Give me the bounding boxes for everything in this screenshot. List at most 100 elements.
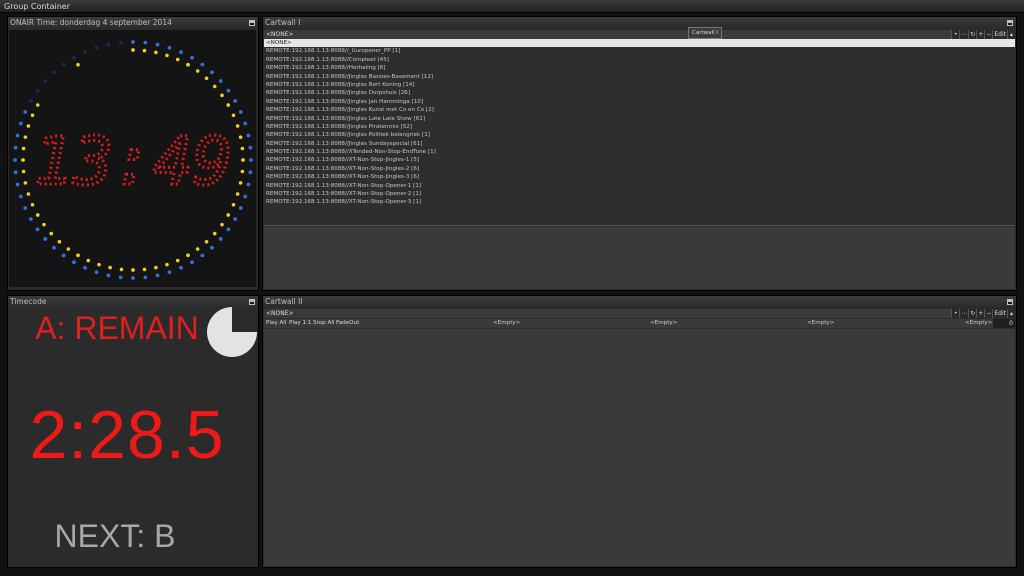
clock-seconds-dot xyxy=(83,50,87,55)
cartwall-2-toolbar: <NONE> • ⋯ ↻ + − Edit ▴ xyxy=(264,309,1015,318)
cartwall-tool-button[interactable]: ⋯ xyxy=(959,309,969,318)
cart-slot[interactable]: <Empty> xyxy=(965,319,992,328)
cartwall-2-title: Cartwall II xyxy=(263,296,1016,308)
clock-seconds-dot xyxy=(200,62,205,67)
list-item[interactable]: REMOTE:192.168.1.13:8088//XTended-Non-St… xyxy=(264,148,1015,156)
clock-elapsed-dot xyxy=(241,158,245,162)
cartwall-2-selector[interactable]: <NONE> xyxy=(266,310,294,317)
stop-all-button[interactable]: Stop All xyxy=(313,319,334,328)
clock-seconds-dot xyxy=(200,253,205,258)
list-item[interactable]: REMOTE:192.168.1.13:8088//Jingles Late L… xyxy=(264,115,1015,123)
clock-seconds-dot xyxy=(248,170,253,175)
clock-seconds-dot xyxy=(15,133,20,138)
clock-seconds-dot xyxy=(190,260,194,265)
clock-seconds-dot xyxy=(238,110,243,114)
clock-seconds-dot xyxy=(248,145,253,150)
cart-slot[interactable]: <Empty> xyxy=(650,319,677,328)
list-item[interactable]: REMOTE:192.168.1.13:8088//Jingles Dorpsh… xyxy=(264,89,1015,97)
clock-elapsed-dot xyxy=(49,231,54,236)
list-item[interactable]: REMOTE:192.168.1.13:8088//Jingles Bassie… xyxy=(264,73,1015,81)
clock-elapsed-dot xyxy=(30,113,35,118)
cartwall-tool-button[interactable]: + xyxy=(976,309,985,318)
clock-elapsed-dot xyxy=(238,135,243,139)
clock-seconds-dot xyxy=(118,275,123,280)
clock-elapsed-dot xyxy=(154,50,158,55)
list-item[interactable]: REMOTE:192.168.1.13:8088//Jingles Kunst … xyxy=(264,106,1015,114)
cartwall-tool-button[interactable]: • xyxy=(951,309,960,318)
list-item[interactable]: REMOTE:192.168.1.13:8088//XT-Non-Stop-Op… xyxy=(264,198,1015,206)
cartwall-tool-button[interactable]: Edit xyxy=(992,30,1007,39)
cartwall-tool-button[interactable]: − xyxy=(984,30,993,39)
clock-seconds-dot xyxy=(18,194,23,199)
clock-seconds-dot xyxy=(226,227,231,232)
clock-seconds-dot xyxy=(83,265,87,270)
cartwall-1-toolbar: <NONE> • ⋯ ↻ + − Edit ▴ xyxy=(264,30,1015,39)
cart-slot[interactable]: <Empty> xyxy=(807,319,834,328)
clock-elapsed-dot xyxy=(204,76,209,81)
clock-seconds-dot xyxy=(23,206,28,210)
clock-elapsed-dot xyxy=(57,239,62,244)
list-item[interactable]: REMOTE:192.168.1.13:8088//_Uuropener_PP … xyxy=(264,47,1015,55)
clock-elapsed-dot xyxy=(35,213,40,217)
clock-seconds-dot xyxy=(118,40,123,45)
list-item[interactable]: REMOTE:192.168.1.13:8088//Jingles Sunday… xyxy=(264,140,1015,148)
list-item[interactable]: REMOTE:192.168.1.13:8088//Compleet [45] xyxy=(264,56,1015,64)
minimize-icon[interactable] xyxy=(1007,20,1013,26)
list-item[interactable]: REMOTE:192.168.1.13:8088//XT-Non-Stop-Ji… xyxy=(264,173,1015,181)
cartwall-tool-button[interactable]: + xyxy=(976,30,985,39)
minimize-icon[interactable] xyxy=(1007,299,1013,305)
clock-seconds-dot xyxy=(52,245,56,250)
clock-elapsed-dot xyxy=(21,146,26,151)
clock-seconds-dot xyxy=(218,237,223,241)
clock-elapsed-dot xyxy=(131,48,135,52)
minimize-icon[interactable] xyxy=(249,20,255,26)
cartwall-tool-button[interactable]: − xyxy=(984,309,993,318)
clock-seconds-dot xyxy=(61,62,66,67)
list-item[interactable]: REMOTE:192.168.1.13:8088//XT-Non-Stop-Ji… xyxy=(264,165,1015,173)
cartwall-tool-button[interactable]: ↻ xyxy=(968,30,977,39)
clock-seconds-dot xyxy=(226,88,231,93)
clock-seconds-dot xyxy=(131,40,135,44)
cartwall-tool-button[interactable]: ⋯ xyxy=(959,30,969,39)
group-container-title: Group Container xyxy=(0,0,1024,13)
cartwall-1-selector[interactable]: <NONE> xyxy=(266,31,294,38)
list-item[interactable]: <NONE> xyxy=(264,39,1015,48)
list-item[interactable]: REMOTE:192.168.1.13:8088//Jingles Bert K… xyxy=(264,81,1015,89)
cartwall-tool-button[interactable]: Edit xyxy=(992,309,1007,318)
cartwall-tool-button[interactable]: ▴ xyxy=(1007,30,1015,39)
list-item[interactable]: REMOTE:192.168.1.13:8088//XT-Non-Stop-Op… xyxy=(264,182,1015,190)
list-item[interactable]: REMOTE:192.168.1.13:8088//XT-Non-Stop-Ji… xyxy=(264,156,1015,164)
cartwall-tool-button[interactable]: ↻ xyxy=(968,309,977,318)
cartwall-tool-button[interactable]: ▴ xyxy=(1007,309,1015,318)
clock-seconds-dot xyxy=(94,270,99,275)
cartwall-2-controls: Play All Play 1:1 Stop All FadeOut <Empt… xyxy=(264,319,1015,328)
clock-hour-marker xyxy=(76,62,80,67)
onair-clock: 13:49 xyxy=(9,30,256,287)
clock-elapsed-dot xyxy=(142,267,147,272)
fadeout-button[interactable]: FadeOut xyxy=(336,319,359,328)
clock-seconds-dot xyxy=(238,206,243,210)
clock-seconds-dot xyxy=(106,42,111,47)
cart-slot[interactable]: <Empty> xyxy=(493,319,520,328)
clock-elapsed-dot xyxy=(235,124,240,128)
list-item[interactable]: REMOTE:192.168.1.13:8088//Jingles Politi… xyxy=(264,131,1015,139)
cartwall-tool-button[interactable]: • xyxy=(951,30,960,39)
clock-seconds-dot xyxy=(61,253,66,258)
list-item[interactable]: REMOTE:192.168.1.13:8088//Herhaling [6] xyxy=(264,64,1015,72)
minimize-icon[interactable] xyxy=(249,299,255,305)
remaining-pie-icon xyxy=(207,307,257,357)
list-item[interactable]: REMOTE:192.168.1.13:8088//Jingles Pirate… xyxy=(264,123,1015,131)
clock-seconds-dot xyxy=(143,40,148,45)
play-all-button[interactable]: Play All xyxy=(266,319,286,328)
clock-elapsed-dot xyxy=(23,135,28,139)
clock-elapsed-dot xyxy=(195,69,200,73)
clock-elapsed-dot xyxy=(226,213,231,217)
clock-elapsed-dot xyxy=(119,267,124,272)
cartwall-1-dropdown-list[interactable]: <NONE> REMOTE:192.168.1.13:8088//_Uuropen… xyxy=(264,39,1015,226)
play-1-1-button[interactable]: Play 1:1 xyxy=(289,319,311,328)
clock-elapsed-dot xyxy=(76,253,80,258)
list-item[interactable]: REMOTE:192.168.1.13:8088//Jingles Jan Ha… xyxy=(264,98,1015,106)
list-item[interactable]: REMOTE:192.168.1.13:8088//XT-Non-Stop-Op… xyxy=(264,190,1015,198)
app-window: Group Container ONAIR Time: donderdag 4 … xyxy=(0,0,1024,576)
clock-elapsed-dot xyxy=(220,222,224,227)
